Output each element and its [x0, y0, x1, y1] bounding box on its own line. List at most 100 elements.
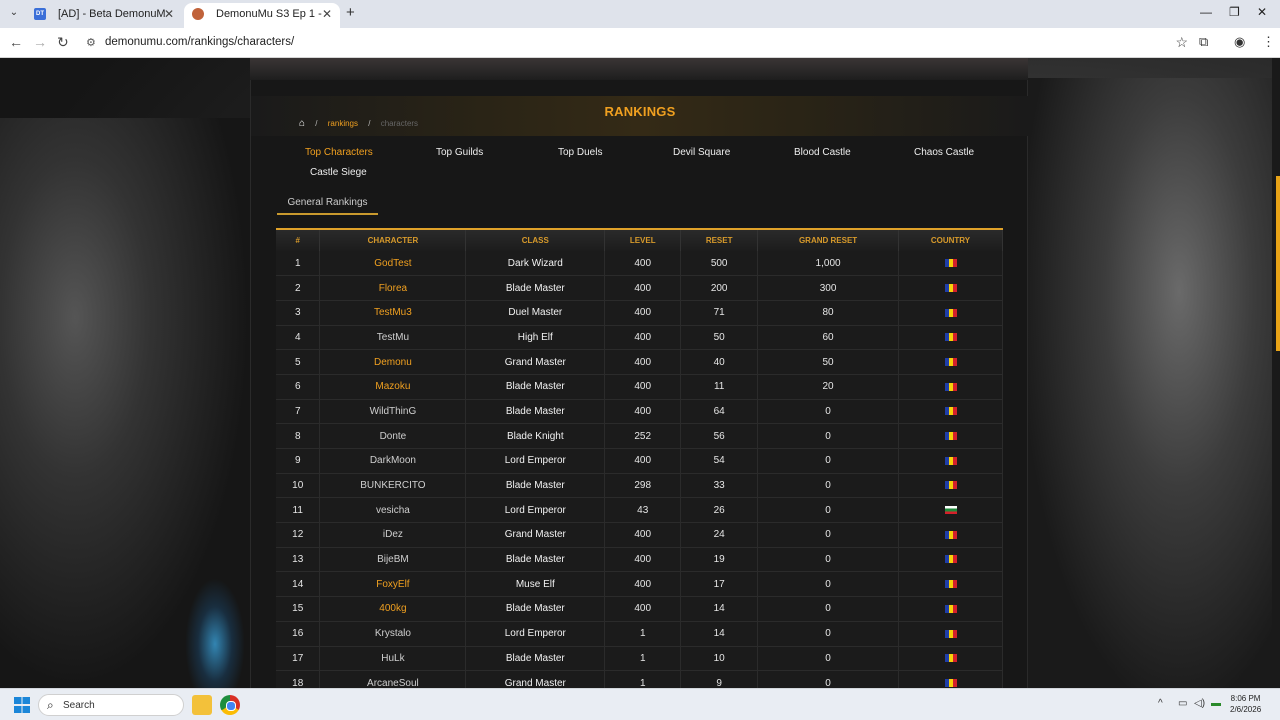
grand-reset-cell: 80	[757, 300, 899, 326]
battery-icon[interactable]: ▬	[1211, 698, 1221, 709]
level-cell: 400	[604, 547, 682, 573]
reset-cell: 26	[680, 497, 759, 524]
character-name-link[interactable]: BUNKERCITO	[319, 473, 467, 499]
reload-icon[interactable]: ↻	[57, 34, 69, 50]
grand-reset-cell: 300	[757, 275, 899, 301]
show-hidden-icons-chevron-icon[interactable]: ^	[1158, 698, 1163, 709]
new-tab-plus-icon[interactable]: +	[346, 5, 355, 21]
table-row: 11 vesicha Lord Emperor 43 26 0	[276, 497, 1003, 524]
character-name-link[interactable]: iDez	[319, 522, 467, 548]
window-close-icon[interactable]: ✕	[1257, 5, 1267, 19]
forward-arrow-icon[interactable]: →	[33, 34, 47, 50]
menu-top-duels[interactable]: Top Duels	[558, 147, 602, 158]
country-flag-icon	[944, 530, 957, 539]
taskbar-search[interactable]: ⌕ Search	[38, 694, 184, 716]
character-name-link[interactable]: Donte	[319, 423, 467, 449]
file-explorer-icon[interactable]	[192, 695, 212, 715]
class-cell: Grand Master	[465, 670, 606, 688]
close-icon[interactable]: ✕	[164, 3, 174, 25]
extensions-puzzle-icon[interactable]: ⧉	[1199, 34, 1208, 50]
level-cell: 400	[604, 374, 682, 400]
back-arrow-icon[interactable]: ←	[9, 34, 23, 50]
class-cell: Blade Master	[465, 646, 606, 672]
clock-time: 8:06 PM	[1230, 694, 1261, 703]
table-row: 18 ArcaneSoul Grand Master 1 9 0	[276, 670, 1003, 688]
windows-start-icon[interactable]	[14, 697, 30, 713]
page-scrollbar-track[interactable]	[1272, 58, 1280, 688]
menu-chaos-castle[interactable]: Chaos Castle	[914, 147, 974, 158]
table-row: 7 WildThinG Blade Master 400 64 0	[276, 399, 1003, 425]
character-name-link[interactable]: vesicha	[319, 497, 467, 524]
character-name-link[interactable]: HuLk	[319, 646, 467, 672]
class-cell: Lord Emperor	[465, 497, 606, 524]
rank-cell: 16	[276, 621, 321, 647]
more-menu-icon[interactable]: ⋮	[1262, 34, 1275, 50]
reset-cell: 40	[680, 349, 759, 375]
level-cell: 400	[604, 522, 682, 548]
site-info-icon[interactable]: ⚙	[86, 36, 96, 49]
rank-cell: 10	[276, 473, 321, 499]
character-name-link[interactable]: GodTest	[319, 251, 467, 277]
url-bar[interactable]: ⚙ demonumu.com/rankings/characters/ ☆	[78, 31, 1196, 55]
home-icon[interactable]: ⌂	[299, 118, 305, 129]
browser-tab[interactable]: DT [AD] - Beta DemonuMu Classic ✕	[26, 3, 182, 28]
grand-reset-cell: 0	[757, 571, 899, 598]
country-cell	[898, 399, 1003, 425]
character-name-link[interactable]: Demonu	[319, 349, 467, 375]
bookmark-star-icon[interactable]: ☆	[1175, 34, 1188, 51]
table-row: 16 Krystalo Lord Emperor 1 14 0	[276, 621, 1003, 647]
level-cell: 400	[604, 399, 682, 425]
level-cell: 400	[604, 349, 682, 375]
page-scrollbar-thumb[interactable]	[1276, 176, 1280, 351]
character-name-link[interactable]: Krystalo	[319, 621, 467, 647]
country-cell	[898, 473, 1003, 499]
network-icon[interactable]: ▭	[1178, 698, 1187, 709]
country-flag-icon	[944, 333, 957, 342]
menu-top-characters[interactable]: Top Characters	[305, 147, 373, 158]
taskbar-clock[interactable]: 8:06 PM 2/6/2026	[1230, 693, 1261, 715]
close-icon[interactable]: ✕	[322, 3, 332, 25]
level-cell: 400	[604, 300, 682, 326]
table-row: 13 BijeBM Blade Master 400 19 0	[276, 547, 1003, 573]
character-name-link[interactable]: ArcaneSoul	[319, 670, 467, 688]
menu-devil-square[interactable]: Devil Square	[673, 147, 730, 158]
profile-avatar-icon[interactable]: ◉	[1234, 34, 1245, 50]
grand-reset-cell: 0	[757, 596, 899, 622]
level-cell: 400	[604, 325, 682, 351]
breadcrumb-rankings-link[interactable]: rankings	[328, 119, 358, 128]
character-name-link[interactable]: TestMu3	[319, 300, 467, 326]
tab-title: [AD] - Beta DemonuMu Classic	[58, 8, 166, 20]
menu-blood-castle[interactable]: Blood Castle	[794, 147, 851, 158]
level-cell: 43	[604, 497, 682, 524]
browser-tab-bar: ⌄ DT [AD] - Beta DemonuMu Classic ✕ Demo…	[0, 0, 1280, 28]
menu-castle-siege[interactable]: Castle Siege	[310, 167, 367, 178]
character-name-link[interactable]: BijeBM	[319, 547, 467, 573]
country-cell	[898, 621, 1003, 647]
menu-top-guilds[interactable]: Top Guilds	[436, 147, 483, 158]
tab-search-chevron-icon[interactable]: ⌄	[6, 5, 22, 21]
country-cell	[898, 571, 1003, 598]
country-flag-icon	[944, 432, 957, 441]
web-page: RANKINGS ⌂ / rankings / characters Top C…	[0, 58, 1280, 688]
character-name-link[interactable]: DarkMoon	[319, 448, 467, 474]
country-cell	[898, 349, 1003, 375]
class-cell: Grand Master	[465, 522, 606, 548]
chrome-icon[interactable]	[220, 695, 240, 715]
character-name-link[interactable]: Florea	[319, 275, 467, 301]
background-flame	[185, 578, 245, 688]
character-name-link[interactable]: Mazoku	[319, 374, 467, 400]
minimize-icon[interactable]: —	[1200, 5, 1212, 19]
search-icon: ⌕	[47, 698, 54, 712]
restore-icon[interactable]: ❐	[1229, 5, 1240, 19]
browser-tab-active[interactable]: DemonuMu S3 Ep 1 - Rankings ✕	[184, 3, 340, 28]
character-name-link[interactable]: WildThinG	[319, 399, 467, 425]
volume-icon[interactable]: ◁)	[1194, 698, 1205, 709]
reset-cell: 71	[680, 300, 759, 326]
column-header-rank: #	[276, 228, 321, 251]
tab-general-rankings[interactable]: General Rankings	[277, 197, 378, 214]
character-name-link[interactable]: FoxyElf	[319, 571, 467, 598]
url-text[interactable]: demonumu.com/rankings/characters/	[105, 36, 294, 48]
site-favicon-icon: DT	[34, 8, 46, 20]
character-name-link[interactable]: 400kg	[319, 596, 467, 622]
character-name-link[interactable]: TestMu	[319, 325, 467, 351]
